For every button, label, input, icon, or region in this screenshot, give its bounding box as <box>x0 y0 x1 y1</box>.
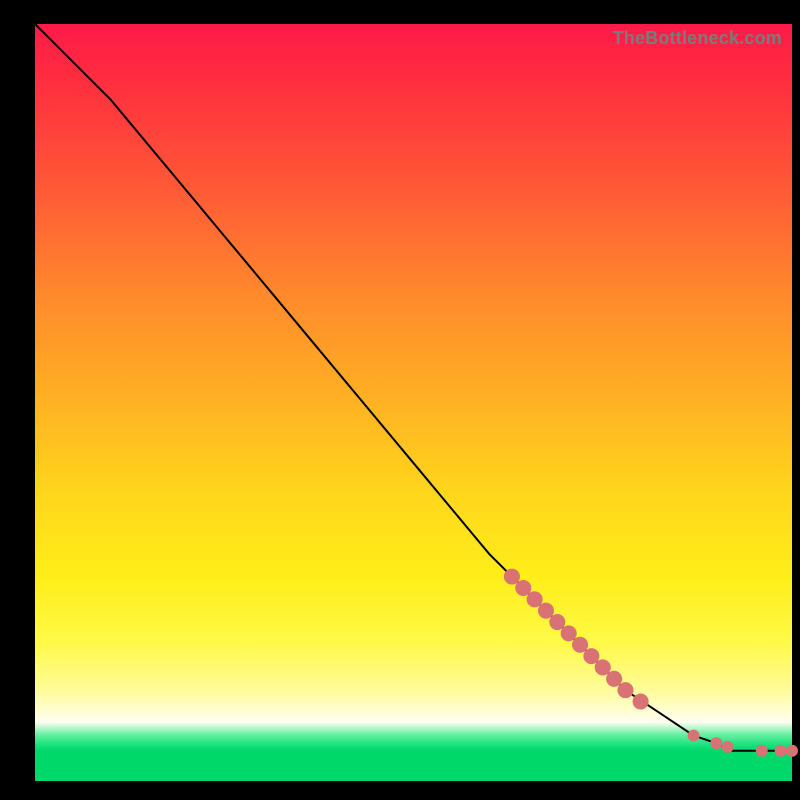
marker-point <box>606 671 622 687</box>
marker-point <box>504 569 520 585</box>
marker-point <box>617 682 633 698</box>
marker-point <box>527 591 543 607</box>
marker-point <box>515 580 531 596</box>
chart-frame: TheBottleneck.com <box>0 0 800 800</box>
marker-point <box>633 693 649 709</box>
highlight-markers <box>504 569 798 757</box>
marker-point <box>549 614 565 630</box>
bottleneck-curve <box>35 24 792 751</box>
marker-point <box>572 637 588 653</box>
marker-point <box>756 745 768 757</box>
marker-point <box>595 659 611 675</box>
marker-point <box>538 603 554 619</box>
marker-point <box>786 745 798 757</box>
marker-point <box>561 625 577 641</box>
plot-area: TheBottleneck.com <box>35 24 792 781</box>
marker-point <box>688 730 700 742</box>
marker-point <box>775 745 787 757</box>
marker-point <box>722 741 734 753</box>
marker-point <box>710 737 722 749</box>
chart-overlay <box>35 24 792 781</box>
marker-point <box>583 648 599 664</box>
